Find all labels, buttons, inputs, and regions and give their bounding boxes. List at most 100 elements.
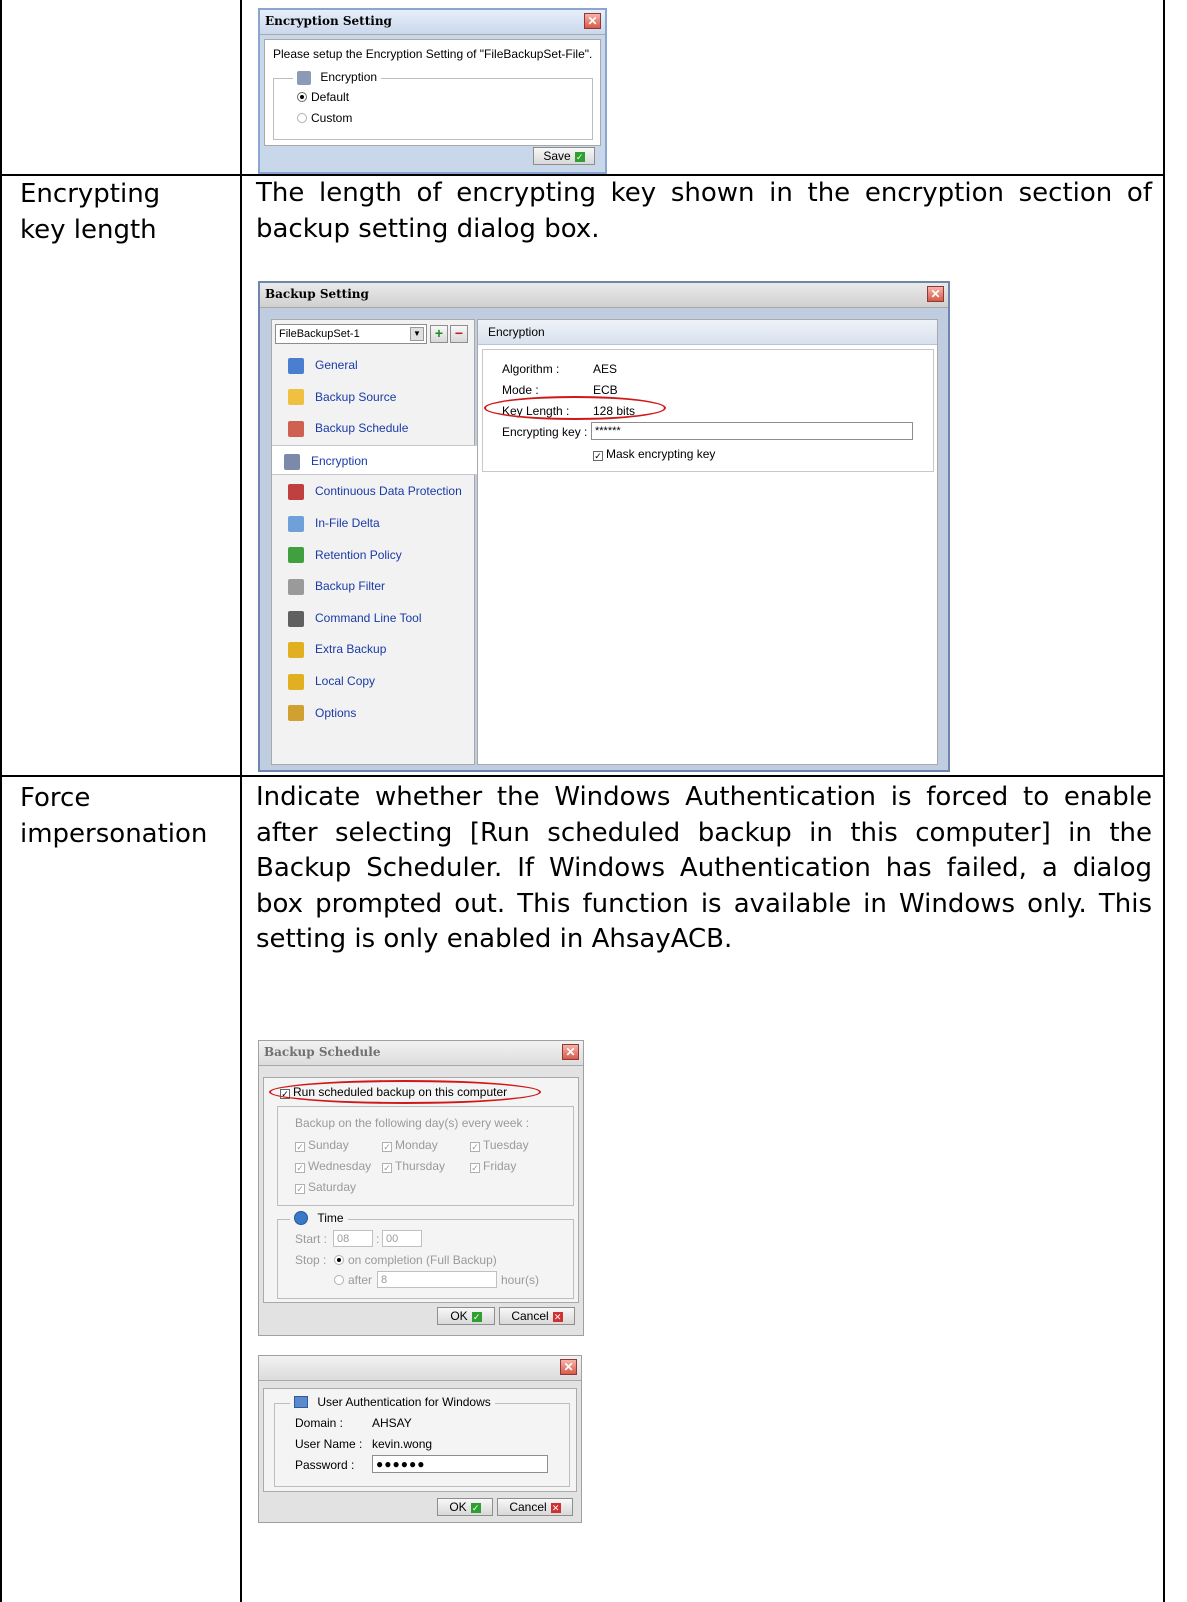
close-icon[interactable]: ✕	[584, 13, 601, 29]
dialog-titlebar: ✕	[259, 1356, 581, 1381]
checkbox-icon[interactable]: ✓	[470, 1163, 480, 1173]
encryption-group	[273, 78, 593, 140]
add-backup-set-button[interactable]: +	[430, 325, 448, 343]
row-label-encrypting-key-length: Encrypting key length	[20, 176, 160, 248]
close-icon[interactable]: ✕	[562, 1044, 579, 1060]
nav-item-backup-source[interactable]: Backup Source	[276, 382, 476, 412]
backup-set-select-value: FileBackupSet-1	[279, 328, 360, 340]
nav-item-label: Backup Filter	[315, 579, 386, 594]
stop-after-radio[interactable]: after	[334, 1273, 372, 1287]
nav-item-label: Backup Source	[315, 389, 397, 404]
day-sunday[interactable]: ✓ Sunday	[295, 1138, 349, 1152]
nav-item-retention-policy[interactable]: Retention Policy	[276, 540, 476, 570]
nav-item-continuous-data-protection[interactable]: Continuous Data Protection	[276, 476, 476, 506]
cancel-label: Cancel	[511, 1309, 549, 1323]
nav-item-extra-backup[interactable]: Extra Backup	[276, 634, 476, 664]
nav-item-command-line-tool[interactable]: Command Line Tool	[276, 603, 476, 633]
start-hour-select[interactable]: 08	[333, 1230, 373, 1247]
backup-setting-dialog: Backup Setting ✕ FileBackupSet-1 ▼ + − G…	[258, 281, 950, 772]
label-line: Force	[20, 783, 91, 813]
key-length-highlight	[484, 396, 666, 420]
mask-encrypting-key-checkbox[interactable]: ✓ Mask encrypting key	[593, 447, 715, 461]
schedule-icon	[288, 421, 304, 438]
radio-icon[interactable]	[334, 1275, 344, 1285]
cdp-icon	[288, 484, 304, 501]
chevron-down-icon[interactable]: ▼	[410, 327, 424, 341]
start-minute-select[interactable]: 00	[382, 1230, 422, 1247]
password-field[interactable]: ●●●●●●	[372, 1455, 548, 1473]
encrypting-key-label: Encrypting key :	[502, 425, 588, 439]
day-saturday[interactable]: ✓ Saturday	[295, 1180, 356, 1194]
radio-default-icon[interactable]	[297, 92, 307, 102]
label-line: Encrypting	[20, 179, 161, 209]
check-icon: ✓	[470, 1502, 481, 1513]
encrypting-key-field[interactable]: ******	[591, 422, 913, 440]
nav-item-label: Command Line Tool	[315, 610, 422, 625]
checkbox-icon[interactable]: ✓	[295, 1184, 305, 1194]
close-icon[interactable]: ✕	[927, 286, 944, 302]
day-monday[interactable]: ✓ Monday	[382, 1138, 438, 1152]
day-tuesday[interactable]: ✓ Tuesday	[470, 1138, 529, 1152]
backup-set-select[interactable]: FileBackupSet-1 ▼	[275, 324, 427, 344]
checkbox-icon[interactable]: ✓	[470, 1142, 480, 1152]
radio-default[interactable]: Default	[297, 90, 349, 104]
delta-icon	[288, 515, 304, 532]
row-description-encrypting-key-length: The length of encrypting key shown in th…	[256, 178, 1152, 244]
row-divider-2	[0, 775, 1165, 777]
ok-button[interactable]: OK ✓	[437, 1498, 493, 1516]
nav-item-label: Encryption	[311, 453, 368, 468]
nav-item-encryption[interactable]: Encryption	[272, 444, 478, 475]
nav-item-in-file-delta[interactable]: In-File Delta	[276, 508, 476, 538]
nav-item-label: Backup Schedule	[315, 421, 409, 436]
close-icon[interactable]: ✕	[560, 1359, 577, 1375]
table-right-border	[1163, 0, 1165, 1602]
cancel-button[interactable]: Cancel ✕	[499, 1307, 575, 1325]
days-heading: Backup on the following day(s) every wee…	[295, 1116, 530, 1130]
radio-custom[interactable]: Custom	[297, 111, 352, 125]
day-friday[interactable]: ✓ Friday	[470, 1159, 516, 1173]
computer-icon	[294, 1396, 308, 1408]
dialog-titlebar: Backup Setting ✕	[260, 283, 948, 308]
nav-item-label: Local Copy	[315, 674, 376, 688]
nav-item-label: General	[315, 358, 358, 372]
domain-value: AHSAY	[372, 1416, 412, 1430]
nav-item-backup-filter[interactable]: Backup Filter	[276, 571, 476, 601]
settings-nav-panel: FileBackupSet-1 ▼ + − General Backup Sour…	[271, 319, 478, 765]
dialog-title: Encryption Setting	[265, 14, 392, 28]
radio-custom-icon[interactable]	[297, 113, 307, 123]
remove-backup-set-button[interactable]: −	[450, 325, 468, 343]
nav-item-backup-schedule[interactable]: Backup Schedule	[276, 413, 476, 443]
day-label: Saturday	[308, 1180, 357, 1194]
radio-custom-label: Custom	[311, 111, 353, 125]
general-icon	[288, 357, 304, 374]
day-wednesday[interactable]: ✓ Wednesday	[295, 1159, 371, 1173]
user-name-label: User Name :	[295, 1437, 363, 1451]
checkbox-icon[interactable]: ✓	[593, 451, 603, 461]
checkbox-icon[interactable]: ✓	[295, 1163, 305, 1173]
close-icon: ✕	[552, 1311, 563, 1322]
after-hours-select[interactable]: 8	[377, 1271, 497, 1288]
nav-item-label: Continuous Data Protection	[315, 484, 462, 499]
save-button[interactable]: Save ✓	[533, 147, 595, 165]
cancel-button[interactable]: Cancel ✕	[497, 1498, 573, 1516]
checkbox-icon[interactable]: ✓	[382, 1163, 392, 1173]
local-copy-icon	[288, 673, 304, 690]
nav-item-options[interactable]: Options	[276, 698, 476, 728]
ok-button[interactable]: OK ✓	[437, 1307, 495, 1325]
radio-icon[interactable]	[334, 1255, 344, 1265]
stop-on-completion-radio[interactable]: on completion (Full Backup)	[334, 1253, 497, 1267]
mode-value: ECB	[593, 383, 618, 397]
day-thursday[interactable]: ✓ Thursday	[382, 1159, 445, 1173]
settings-content-panel: Encryption Algorithm : AES Mode : ECB Ke…	[477, 319, 938, 765]
mask-label: Mask encrypting key	[606, 447, 716, 461]
time-legend: Time	[290, 1211, 348, 1225]
row-description-force-impersonation: Indicate whether the Windows Authenticat…	[256, 782, 1152, 954]
mode-label: Mode :	[502, 383, 539, 397]
nav-item-general[interactable]: General	[276, 350, 476, 380]
nav-item-local-copy[interactable]: Local Copy	[276, 666, 476, 696]
filter-icon	[288, 579, 304, 596]
checkbox-icon[interactable]: ✓	[295, 1142, 305, 1152]
nav-item-label: Options	[315, 705, 357, 720]
checkbox-icon[interactable]: ✓	[382, 1142, 392, 1152]
dialog-body: Please setup the Encryption Setting of "…	[264, 39, 601, 146]
